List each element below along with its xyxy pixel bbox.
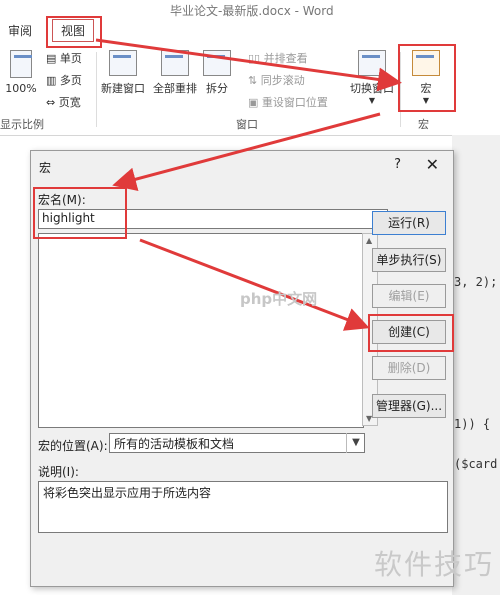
help-button[interactable]: ? xyxy=(394,157,401,172)
macro-name-highlight xyxy=(33,187,127,239)
step-button[interactable]: 单步执行(S) xyxy=(372,248,446,272)
code-line: 1)) { xyxy=(454,417,491,431)
description-field[interactable]: 将彩色突出显示应用于所选内容 xyxy=(38,481,448,533)
zoom-group-label: 显示比例 xyxy=(0,118,44,131)
corner-watermark: 软件技巧 xyxy=(373,548,494,581)
chevron-down-icon[interactable]: ▼ xyxy=(346,433,365,453)
code-line: ($card xyxy=(454,457,498,471)
side-by-side-button[interactable]: ▯▯ 并排查看 xyxy=(248,50,308,66)
zoom-100-button[interactable]: 100% xyxy=(4,50,38,95)
page-width-button[interactable]: ⇔ 页宽 xyxy=(46,94,81,110)
single-page-button[interactable]: ▤ 单页 xyxy=(46,50,82,66)
organizer-button[interactable]: 管理器(G)... xyxy=(372,394,446,418)
new-window-button[interactable]: 新建窗口 xyxy=(98,50,148,96)
delete-button[interactable]: 删除(D) xyxy=(372,356,446,380)
macro-group-label: 宏 xyxy=(418,118,429,131)
divider xyxy=(96,52,97,127)
close-button[interactable]: ✕ xyxy=(426,155,439,174)
chevron-down-icon: ▼ xyxy=(368,96,376,105)
description-label: 说明(I): xyxy=(38,465,79,479)
page-icon xyxy=(10,50,32,78)
location-label: 宏的位置(A): xyxy=(38,439,108,453)
edit-button[interactable]: 编辑(E) xyxy=(372,284,446,308)
tab-review[interactable]: 审阅 xyxy=(8,22,32,39)
new-window-icon xyxy=(109,50,137,76)
split-button[interactable]: 拆分 xyxy=(202,50,232,96)
switch-window-button[interactable]: 切换窗口 ▼ xyxy=(346,50,398,105)
scroll-up-icon[interactable]: ▲ xyxy=(366,236,372,245)
reset-window-button[interactable]: ▣ 重设窗口位置 xyxy=(248,94,328,110)
macro-button-highlight xyxy=(398,44,456,112)
split-icon xyxy=(203,50,231,76)
sync-scroll-button[interactable]: ⇅ 同步滚动 xyxy=(248,72,305,88)
macro-list[interactable] xyxy=(38,233,364,428)
run-button[interactable]: 运行(R) xyxy=(372,211,446,235)
switch-window-icon xyxy=(358,50,386,76)
php-watermark: php中文网 xyxy=(240,290,318,308)
code-line: 3, 2); xyxy=(454,275,498,289)
multi-page-button[interactable]: ▥ 多页 xyxy=(46,72,82,88)
dialog-title: 宏 xyxy=(39,161,52,175)
arrange-all-button[interactable]: 全部重排 xyxy=(150,50,200,96)
window-title: 毕业论文-最新版.docx - Word xyxy=(170,4,334,18)
code-background: 3, 2); 1)) { ($card xyxy=(452,135,500,595)
location-select[interactable]: 所有的活动模板和文档 xyxy=(109,433,365,453)
view-tab-highlight xyxy=(46,16,102,48)
create-button-highlight xyxy=(368,314,454,352)
arrange-all-icon xyxy=(161,50,189,76)
window-group-label: 窗口 xyxy=(236,118,258,131)
